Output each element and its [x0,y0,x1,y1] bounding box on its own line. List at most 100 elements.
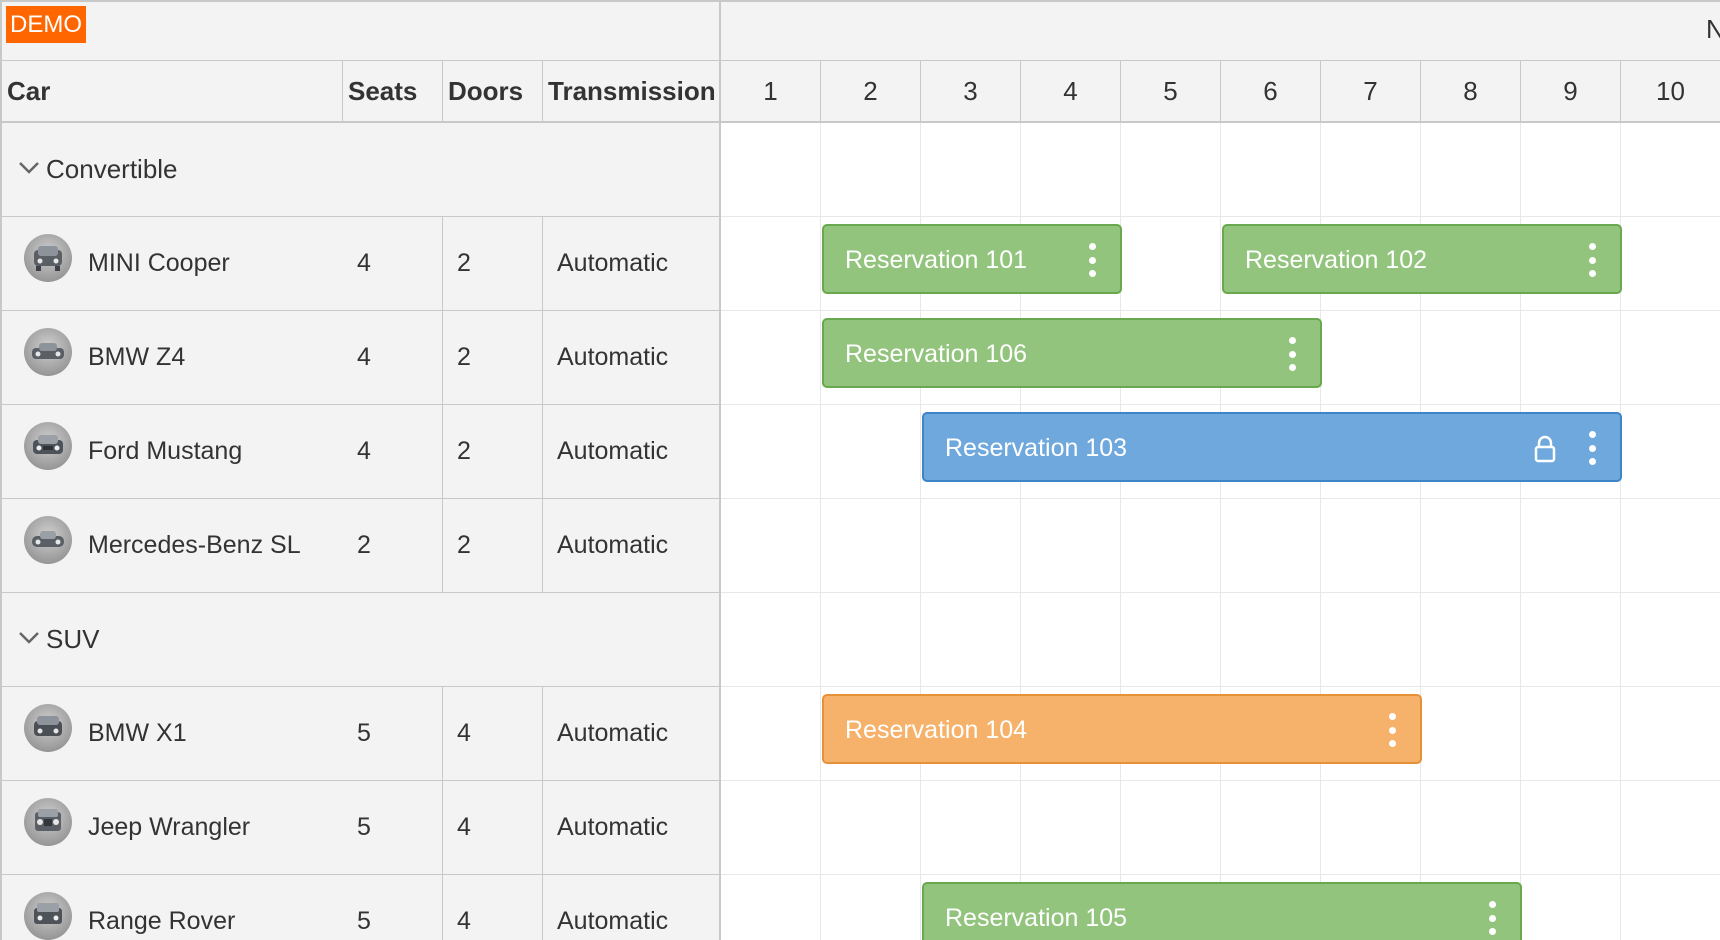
reservation-event[interactable]: Reservation 105 [922,882,1522,940]
car-name: BMW Z4 [88,343,186,371]
grid-line [721,498,1720,499]
car-name: Ford Mustang [88,437,243,465]
cell-transmission: Automatic [557,813,669,841]
cell-seats: 4 [343,311,443,404]
day-header: 8 [1421,61,1521,123]
day-header: 6 [1221,61,1321,123]
resource-row[interactable]: Jeep Wrangler 5 4 Automatic [0,781,721,875]
cell-doors: 4 [443,687,543,780]
day-header: 5 [1121,61,1221,123]
grid-line [721,310,1720,311]
group-row-suv[interactable]: SUV [0,593,721,687]
cell-seats: 5 [343,875,443,940]
column-header-car[interactable]: Car [0,61,343,123]
more-menu-icon[interactable] [1388,713,1396,747]
car-avatar [24,516,72,564]
cell-transmission: Automatic [557,719,669,747]
top-left-corner: DEMO [0,0,721,61]
reservation-event[interactable]: Reservation 106 [822,318,1322,388]
cell-transmission: Automatic [557,249,669,277]
resource-row[interactable]: BMW Z4 4 2 Automatic [0,311,721,405]
cell-seats: 4 [343,217,443,310]
grid-line [721,404,1720,405]
car-icon [32,531,64,547]
reservation-label: Reservation 104 [845,716,1028,744]
group-row-convertible[interactable]: Convertible [0,123,721,217]
more-menu-icon[interactable] [1088,243,1096,277]
grid-line [1220,123,1221,940]
car-icon [34,903,62,924]
resource-row[interactable]: Range Rover 5 4 Automatic [0,875,721,940]
column-header-transmission[interactable]: Transmission [543,61,721,123]
day-header: 2 [821,61,921,123]
car-name: Mercedes-Benz SL [88,531,301,559]
cell-doors: 2 [443,311,543,404]
chevron-down-icon[interactable] [18,161,40,175]
resource-row[interactable]: MINI Cooper 4 2 Automatic [0,217,721,311]
car-avatar [24,798,72,846]
cell-doors: 4 [443,781,543,874]
cell-doors: 2 [443,499,543,592]
car-name: Range Rover [88,907,236,935]
resource-row[interactable]: BMW X1 5 4 Automatic [0,687,721,781]
car-icon [32,343,64,359]
car-avatar [24,328,72,376]
cell-seats: 5 [343,687,443,780]
reservation-event[interactable]: Reservation 101 [822,224,1122,294]
more-menu-icon[interactable] [1588,243,1596,277]
car-name: BMW X1 [88,719,187,747]
car-icon [34,716,62,736]
cell-transmission: Automatic [557,531,669,559]
reservation-event[interactable]: Reservation 102 [1222,224,1622,294]
demo-badge: DEMO [6,6,86,43]
reservation-label: Reservation 105 [945,904,1128,932]
car-icon [33,435,63,454]
more-menu-icon[interactable] [1588,431,1596,465]
grid-line [721,874,1720,875]
month-label: N [1706,14,1720,44]
group-title: Convertible [46,154,178,184]
resource-row[interactable]: Mercedes-Benz SL 2 2 Automatic [0,499,721,593]
car-name: MINI Cooper [88,249,230,277]
grid-line [721,216,1720,217]
car-icon [34,246,62,271]
day-header: 4 [1021,61,1121,123]
lock-icon [1534,435,1556,463]
car-name: Jeep Wrangler [88,813,251,841]
resource-row[interactable]: Ford Mustang 4 2 Automatic [0,405,721,499]
grid-line [721,592,1720,593]
more-menu-icon[interactable] [1488,901,1496,935]
car-avatar [24,892,72,940]
column-header-seats[interactable]: Seats [343,61,443,123]
cell-doors: 2 [443,405,543,498]
cell-transmission: Automatic [557,343,669,371]
cell-doors: 2 [443,217,543,310]
car-avatar [24,234,72,282]
cell-seats: 2 [343,499,443,592]
reservation-event[interactable]: Reservation 103 [922,412,1622,482]
column-header-doors[interactable]: Doors [443,61,543,123]
cell-seats: 5 [343,781,443,874]
reservation-event[interactable]: Reservation 104 [822,694,1422,764]
reservation-label: Reservation 106 [845,340,1028,368]
cell-doors: 4 [443,875,543,940]
chevron-down-icon[interactable] [18,631,40,645]
car-avatar [24,704,72,752]
group-title: SUV [46,624,100,654]
more-menu-icon[interactable] [1288,337,1296,371]
day-header: 10 [1621,61,1720,123]
day-header: 3 [921,61,1021,123]
timeline-month-header [721,0,1720,61]
reservation-label: Reservation 103 [945,434,1128,462]
car-avatar [24,422,72,470]
reservation-label: Reservation 101 [845,246,1028,274]
grid-line [721,686,1720,687]
scheduler: DEMO N Car Seats Doors Transmission 1 2 … [0,0,1720,940]
cell-seats: 4 [343,405,443,498]
cell-transmission: Automatic [557,437,669,465]
day-header: 1 [721,61,821,123]
cell-transmission: Automatic [557,907,669,935]
day-header: 7 [1321,61,1421,123]
grid-line [721,780,1720,781]
grid-line [820,123,821,940]
